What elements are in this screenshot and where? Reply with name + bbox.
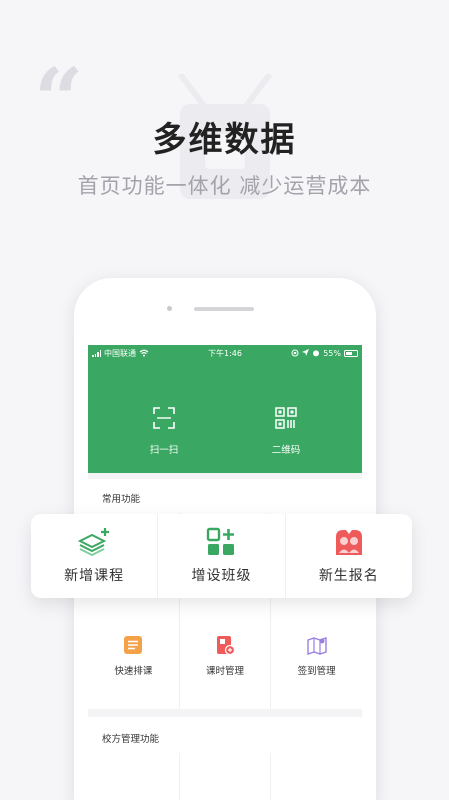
schedule-icon <box>124 636 143 654</box>
checkin-management-label: 签到管理 <box>297 666 336 677</box>
wifi-icon <box>139 349 149 357</box>
add-course-label: 新增课程 <box>64 568 125 584</box>
school-function-3[interactable] <box>271 753 362 800</box>
subline: 首页功能一体化 减少运营成本 <box>77 174 372 198</box>
scan-icon <box>153 407 175 429</box>
status-bar: 中国联通 下午1:46 55% <box>88 345 362 361</box>
grid-plus-icon <box>207 527 235 555</box>
qr-code-button[interactable]: 二维码 <box>246 406 326 456</box>
new-student-signup-button[interactable]: 新生报名 <box>286 514 412 598</box>
featured-functions-card: 新增课程 增设班级 新生报名 <box>31 514 412 598</box>
carrier-name: 中国联通 <box>104 348 136 358</box>
battery-icon <box>344 349 358 357</box>
hours-management-button[interactable]: 课时管理 <box>180 603 272 709</box>
add-class-button[interactable]: 增设班级 <box>158 514 286 598</box>
hero-banner: 扫一扫 二维码 <box>88 361 362 473</box>
alarm-icon <box>313 350 320 357</box>
location-icon <box>302 349 310 356</box>
school-functions-row <box>88 753 362 800</box>
add-class-label: 增设班级 <box>191 568 252 584</box>
status-time: 下午1:46 <box>208 348 242 358</box>
signal-icon <box>92 349 101 357</box>
scan-label: 扫一扫 <box>149 445 179 456</box>
add-course-button[interactable]: 新增课程 <box>31 514 159 598</box>
common-section-title: 常用功能 <box>88 479 362 513</box>
scan-button[interactable]: 扫一扫 <box>124 406 204 456</box>
checkin-management-button[interactable]: 签到管理 <box>271 603 362 709</box>
lock-rotation-icon <box>291 349 299 357</box>
school-section-title: 校方管理功能 <box>88 717 362 753</box>
common-functions-row: 快速排课 课时管理 签到管理 <box>88 603 362 709</box>
checkin-map-icon <box>306 637 327 655</box>
battery-percent: 55% <box>323 348 341 358</box>
phone-camera <box>167 306 172 311</box>
books-plus-icon <box>77 528 110 557</box>
qr-code-label: 二维码 <box>271 445 301 456</box>
headline: 多维数据 <box>152 120 297 160</box>
school-function-1[interactable] <box>88 753 180 800</box>
signup-icon <box>335 530 362 555</box>
school-function-2[interactable] <box>180 753 272 800</box>
qr-code-icon <box>275 407 297 429</box>
quick-schedule-button[interactable]: 快速排课 <box>88 603 180 709</box>
new-student-signup-label: 新生报名 <box>318 568 379 584</box>
promo-page: “ 多维数据 首页功能一体化 减少运营成本 中国联通 下午1:46 55% 扫一… <box>0 0 449 800</box>
phone-speaker <box>194 307 254 311</box>
hours-icon <box>217 636 235 655</box>
quick-schedule-label: 快速排课 <box>114 666 153 677</box>
hours-management-label: 课时管理 <box>206 666 245 677</box>
